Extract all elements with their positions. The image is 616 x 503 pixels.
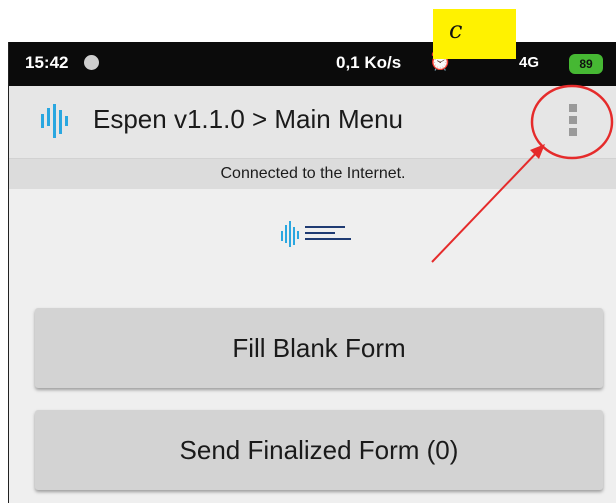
espen-logo-icon [41,104,68,138]
battery-badge: 89 [569,54,603,74]
fill-blank-form-button[interactable]: Fill Blank Form [35,308,603,388]
network-type: 4G [519,54,540,71]
phone-screen: 15:42 0,1 Ko/s ⏰ 4G 89 Espen v1.1.0 > Ma… [8,42,616,503]
app-bar: Espen v1.1.0 > Main Menu [9,86,616,159]
more-vert-icon[interactable] [566,102,580,140]
send-finalized-form-button[interactable]: Send Finalized Form (0) [35,410,603,490]
connection-status: Connected to the Internet. [9,159,616,189]
status-bar: 15:42 0,1 Ko/s ⏰ 4G 89 [9,42,616,86]
notification-dot-icon [84,55,99,70]
status-time: 15:42 [25,53,69,72]
app-title: Espen v1.1.0 > Main Menu [93,104,404,134]
espen-center-logo-icon [281,221,351,247]
network-speed: 0,1 Ko/s [336,53,402,72]
annotation-label: c [433,9,516,59]
